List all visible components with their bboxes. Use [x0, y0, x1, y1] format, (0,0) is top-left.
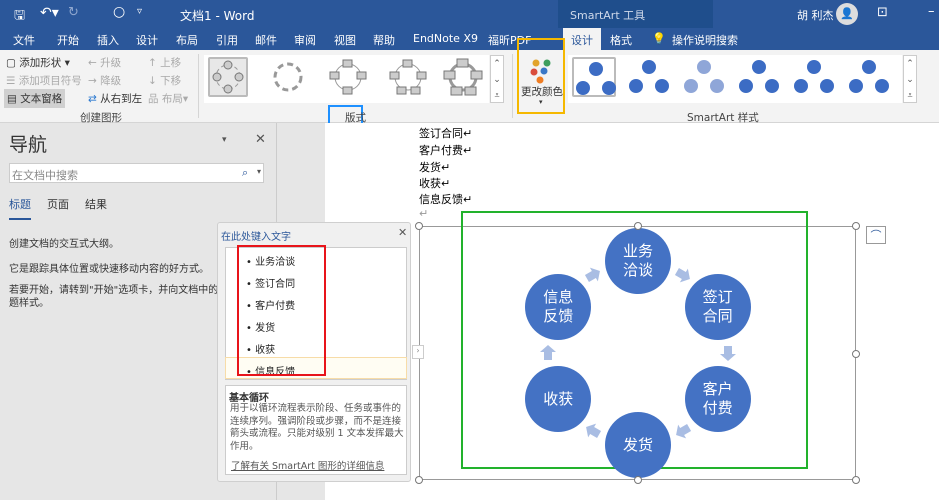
change-colors-label: 更改颜色	[521, 86, 563, 98]
layout-basic-cycle[interactable]	[208, 57, 248, 97]
promote-button[interactable]: ← 升级	[88, 55, 121, 70]
redo-icon[interactable]: ↻	[68, 5, 79, 20]
cycle-node[interactable]: 业务 洽谈	[605, 228, 671, 294]
doc-line[interactable]: 客户付费↵	[419, 142, 472, 158]
add-bullet-button[interactable]: ☰ 添加项目符号	[6, 73, 82, 88]
cycle-node[interactable]: 发货	[605, 412, 671, 478]
resize-handle[interactable]	[852, 222, 860, 230]
smartart-style-option[interactable]	[847, 57, 891, 97]
smartart-style-option[interactable]	[792, 57, 836, 97]
resize-handle[interactable]	[634, 222, 642, 230]
layout-description-text: 用于以循环流程表示阶段、任务或事件的连续序列。强调阶段或步骤，而不是连接箭头或流…	[230, 403, 404, 452]
window-title: 文档1 - Word	[180, 9, 255, 23]
ribbon-tabs: 文件 开始 插入 设计 布局 引用 邮件 审阅 视图 帮助 EndNote X9…	[0, 28, 939, 50]
layout-simple-cycle[interactable]	[328, 57, 368, 97]
tab-endnote[interactable]: EndNote X9	[413, 32, 478, 45]
cycle-arrow	[539, 345, 556, 360]
cycle-node[interactable]: 信息 反馈	[525, 274, 592, 340]
undo-icon[interactable]: ↶▾	[40, 5, 59, 21]
close-icon[interactable]: ✕	[255, 132, 266, 147]
layouts-scroll[interactable]: ⌃ ⌄ ⩡	[490, 55, 504, 103]
styles-scroll[interactable]: ⌃ ⌄ ⩡	[903, 55, 917, 103]
expand-text-pane-icon[interactable]: ›	[412, 345, 424, 359]
tell-me-search[interactable]: 操作说明搜索	[672, 32, 738, 48]
move-down-button[interactable]: ↓ 下移	[148, 73, 181, 88]
resize-handle[interactable]	[415, 222, 423, 230]
nav-title: 导航	[9, 134, 48, 156]
minimize-icon[interactable]: –	[928, 4, 935, 19]
search-icon[interactable]: ⌕	[242, 166, 248, 180]
layout-options-icon[interactable]: ⌒	[866, 226, 886, 244]
title-bar: 🖫 ↶▾ ↻ ○ ▿ 文档1 - Word SmartArt 工具 胡 利杰 👤…	[0, 0, 939, 50]
resize-handle[interactable]	[415, 476, 423, 484]
doc-line[interactable]: 收获↵	[419, 175, 450, 191]
highlight-box	[237, 245, 326, 376]
tab-mailings[interactable]: 邮件	[255, 32, 277, 48]
smartart-tools-label: SmartArt 工具	[570, 9, 646, 22]
tab-home[interactable]: 开始	[57, 32, 79, 48]
pane-options-icon[interactable]: ▾	[222, 135, 227, 145]
cycle-node[interactable]: 签订 合同	[684, 274, 751, 340]
doc-line[interactable]: ↵	[419, 207, 428, 220]
user-name[interactable]: 胡 利杰	[797, 7, 834, 23]
demote-button[interactable]: → 降级	[88, 73, 121, 88]
nav-tab-headings[interactable]: 标题	[9, 196, 31, 220]
smartart-style-option[interactable]	[572, 57, 616, 97]
customize-toolbar-icon[interactable]: ▿	[137, 6, 142, 17]
circle-icon[interactable]: ○	[113, 4, 125, 20]
move-up-button[interactable]: ↑ 上移	[148, 55, 181, 70]
text-pane-title: 在此处键入文字	[221, 232, 291, 243]
cycle-arrow	[720, 346, 737, 361]
text-pane-button[interactable]: ▤ 文本窗格	[4, 89, 66, 108]
tab-smartart-design[interactable]: 设计	[563, 28, 601, 50]
resize-handle[interactable]	[852, 350, 860, 358]
layout-description: 基本循环 用于以循环流程表示阶段、任务或事件的连续序列。强调阶段或步骤，而不是连…	[225, 385, 407, 475]
save-icon[interactable]: 🖫	[14, 6, 25, 28]
tab-insert[interactable]: 插入	[97, 32, 119, 48]
resize-handle[interactable]	[634, 476, 642, 484]
layout-segmented-cycle[interactable]	[443, 57, 483, 97]
tab-help[interactable]: 帮助	[373, 32, 395, 48]
smartart-style-option[interactable]	[737, 57, 781, 97]
lightbulb-icon: 💡	[652, 32, 666, 45]
doc-line[interactable]: 发货↵	[419, 159, 450, 175]
chevron-down-icon: ▾	[539, 98, 543, 106]
learn-more-link[interactable]: 了解有关 SmartArt 图形的详细信息	[231, 458, 384, 472]
smartart-style-option[interactable]	[682, 57, 726, 97]
layout-name: 基本循环	[229, 393, 269, 404]
tab-file[interactable]: 文件	[13, 32, 35, 48]
nav-tab-pages[interactable]: 页面	[47, 196, 69, 212]
change-colors-button[interactable]: 更改颜色 ▾	[517, 38, 565, 114]
smartart-text-pane: 在此处键入文字 ✕ • 业务洽谈 • 签订合同 • 客户付费 • 发货 • 收获 • 信息…	[217, 222, 411, 482]
layout-block-cycle[interactable]	[388, 57, 428, 97]
cycle-node[interactable]: 收获	[525, 366, 592, 432]
chevron-down-icon[interactable]: ▾	[257, 167, 261, 176]
nav-tab-results[interactable]: 结果	[85, 196, 107, 212]
tab-review[interactable]: 审阅	[294, 32, 316, 48]
layout-button[interactable]: 品 布局▾	[148, 91, 188, 106]
tab-design[interactable]: 设计	[136, 32, 158, 48]
resize-handle[interactable]	[852, 476, 860, 484]
tab-layout[interactable]: 布局	[176, 32, 198, 48]
doc-line[interactable]: 签订合同↵	[419, 125, 472, 141]
search-placeholder: 在文档中搜索	[12, 169, 78, 182]
right-to-left-button[interactable]: ⇄ 从右到左	[88, 91, 142, 106]
layout-text-cycle[interactable]	[268, 57, 308, 97]
tab-view[interactable]: 视图	[334, 32, 356, 48]
ribbon: ▢ 添加形状 ▾ ☰ 添加项目符号 ▤ 文本窗格 ← 升级 → 降级 ⇄ 从右到…	[0, 38, 939, 132]
tab-references[interactable]: 引用	[216, 32, 238, 48]
add-shape-button[interactable]: ▢ 添加形状 ▾	[6, 55, 70, 70]
avatar[interactable]: 👤	[836, 3, 858, 25]
search-input[interactable]: 在文档中搜索 ⌕ ▾	[9, 163, 264, 183]
cycle-node[interactable]: 客户 付费	[684, 366, 751, 432]
smartart-style-option[interactable]	[627, 57, 671, 97]
close-icon[interactable]: ✕	[398, 226, 407, 239]
tab-smartart-format[interactable]: 格式	[610, 32, 632, 48]
doc-line[interactable]: 信息反馈↵	[419, 191, 472, 207]
ribbon-display-icon[interactable]: ⊡	[877, 5, 888, 20]
